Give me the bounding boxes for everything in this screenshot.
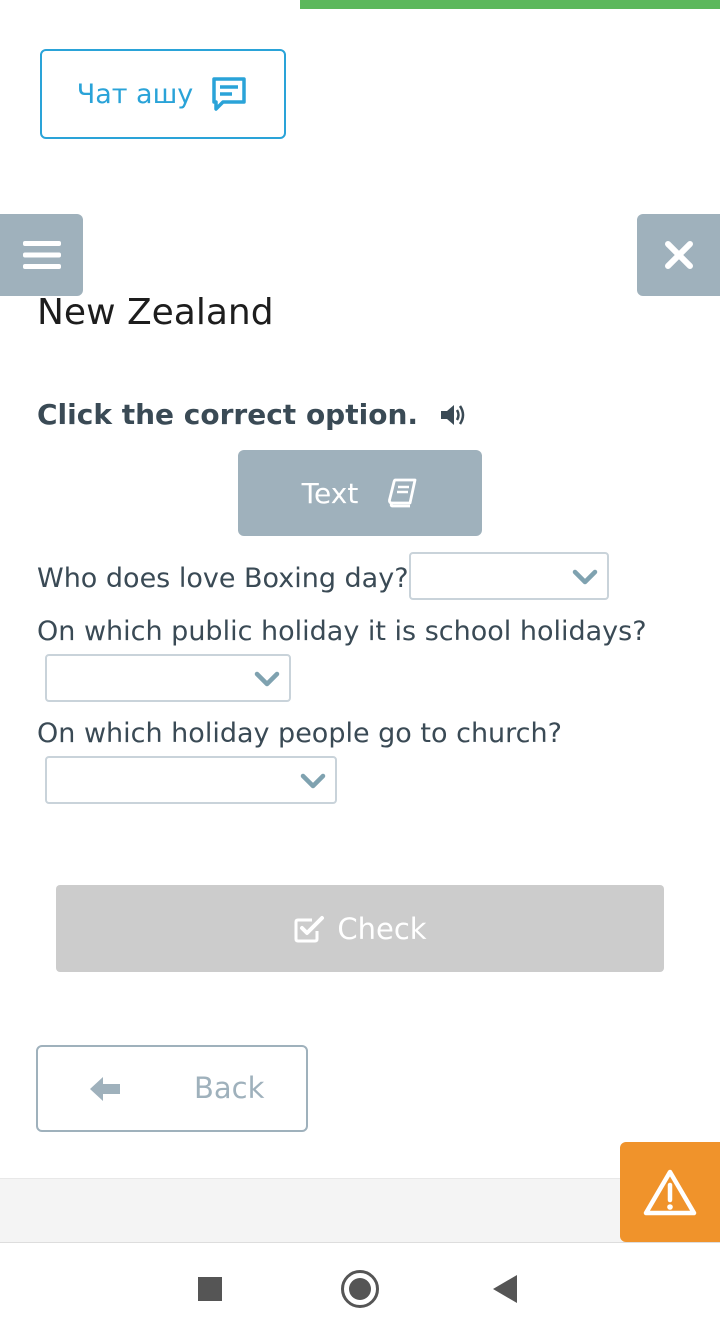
- chat-button[interactable]: Чат ашу: [40, 49, 286, 139]
- hamburger-menu-icon: [22, 241, 61, 269]
- answer-select-1[interactable]: [409, 552, 609, 600]
- question-3: On which holiday people go to church?: [37, 718, 562, 749]
- back-button[interactable]: Back: [36, 1045, 308, 1132]
- close-button[interactable]: [637, 214, 720, 296]
- check-button-label: Check: [337, 911, 427, 946]
- answer-select-3[interactable]: [45, 756, 337, 804]
- instruction-text: Click the correct option.: [37, 398, 419, 431]
- chat-button-label: Чат ашу: [76, 78, 194, 110]
- chevron-down-icon: [254, 671, 280, 687]
- close-icon: [664, 241, 693, 269]
- checkbox-checked-icon: [294, 915, 325, 942]
- report-problem-button[interactable]: [620, 1142, 720, 1242]
- warning-triangle-icon: [643, 1169, 697, 1216]
- text-button-label: Text: [301, 476, 359, 510]
- system-back-icon[interactable]: [493, 1275, 517, 1303]
- question-1: Who does love Boxing day?: [37, 563, 409, 594]
- chat-bubble-icon: [212, 77, 247, 111]
- progress-bar: [300, 0, 720, 9]
- back-button-label: Back: [194, 1071, 265, 1105]
- instruction: Click the correct option.: [37, 398, 468, 431]
- chevron-down-icon: [300, 773, 326, 789]
- footer-band: [0, 1178, 720, 1242]
- chevron-down-icon: [572, 569, 598, 585]
- check-button[interactable]: Check: [56, 885, 664, 972]
- speaker-icon[interactable]: [438, 400, 468, 430]
- text-button[interactable]: Text: [238, 450, 482, 536]
- recent-apps-icon[interactable]: [198, 1277, 222, 1301]
- home-icon[interactable]: [341, 1270, 379, 1308]
- page-title: New Zealand: [37, 292, 274, 333]
- menu-button[interactable]: [0, 214, 83, 296]
- arrow-left-icon: [90, 1077, 120, 1101]
- book-icon: [388, 478, 417, 508]
- answer-select-2[interactable]: [45, 654, 291, 702]
- question-2: On which public holiday it is school hol…: [37, 616, 647, 647]
